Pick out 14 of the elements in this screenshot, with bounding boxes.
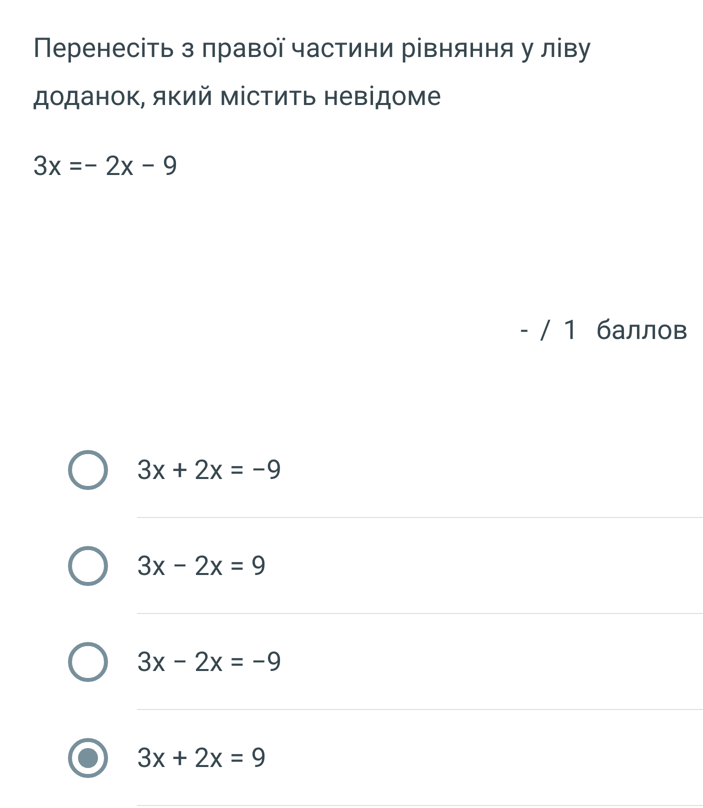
option-label[interactable]: 3x − 2x = −9	[137, 642, 282, 682]
option-label[interactable]: 3x − 2x = 9	[137, 546, 266, 586]
option-label[interactable]: 3x + 2x = −9	[137, 450, 282, 490]
option-label[interactable]: 3x + 2x = 9	[137, 738, 266, 778]
radio-button[interactable]	[68, 738, 108, 778]
radio-button[interactable]	[68, 546, 108, 586]
question-text: Перенесіть з правої частини рівняння у ліву доданок, який містить невідоме	[33, 31, 592, 114]
equation-text: 3x =− 2x − 9	[33, 149, 179, 184]
score-unit: баллов	[596, 313, 688, 348]
score-total: 1	[563, 313, 578, 348]
score-value: -	[520, 313, 528, 348]
radio-button[interactable]	[68, 642, 108, 682]
radio-button[interactable]	[68, 450, 108, 490]
score-separator: /	[540, 313, 552, 348]
